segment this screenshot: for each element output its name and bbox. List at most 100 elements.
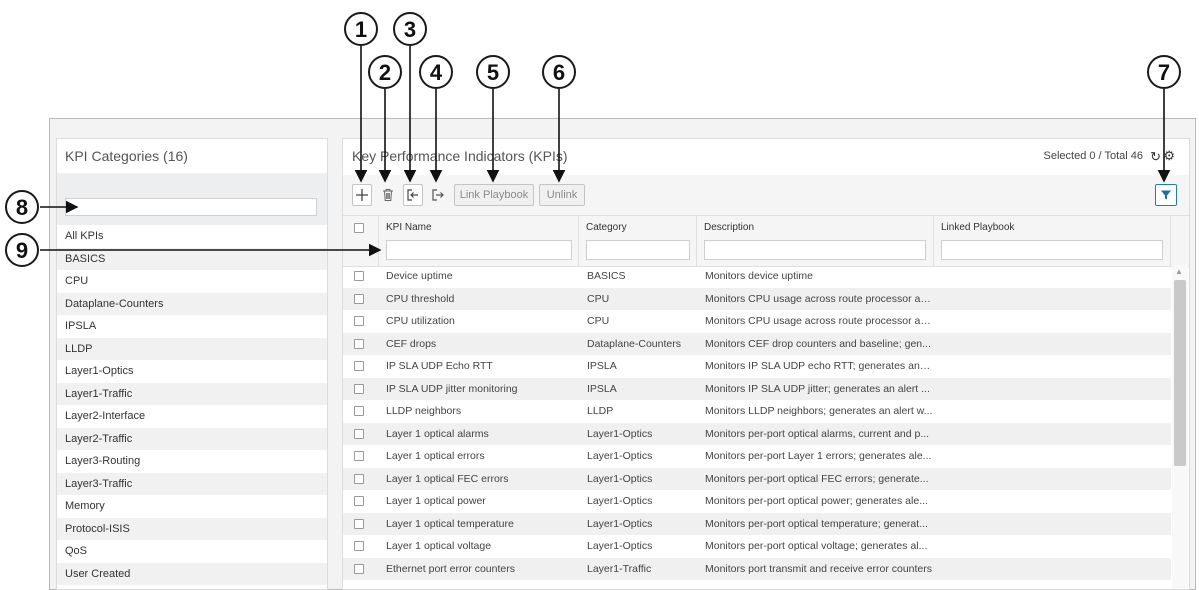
description-cell: Monitors per-port optical temperature; g… [705,517,928,530]
trash-icon [383,189,393,201]
category-item[interactable]: LLDP [57,337,327,360]
scroll-up-arrow-icon[interactable]: ▲ [1175,267,1183,276]
select-all-column [343,216,379,266]
table-row[interactable]: CEF drops Dataplane-Counters Monitors CEF … [343,332,1171,355]
gear-icon[interactable]: ⚙ [1163,148,1175,164]
category-list: All KPIs BASICS CPU Dataplane-Counters IPSLA… [57,225,327,585]
row-checkbox[interactable] [354,383,364,394]
category-item[interactable]: BASICS [57,247,327,270]
kpi-name-cell: IP SLA UDP jitter monitoring [386,382,518,395]
column-header-label[interactable]: KPI Name [386,222,432,233]
category-filter-input[interactable] [586,240,690,260]
filter-toggle-button[interactable] [1155,184,1177,206]
kpi-name-cell: Layer 1 optical voltage [386,540,492,552]
table-row[interactable]: Device uptime BASICS Monitors device uptim… [343,265,1171,288]
kpi-name-cell: Layer 1 optical errors [386,450,485,462]
column-category: Category [579,216,697,266]
row-checkbox[interactable] [354,406,364,416]
description-cell: Monitors per-port optical FEC errors; ge… [705,472,929,485]
table-row[interactable]: Ethernet port error counters Layer1-Traff… [343,557,1171,580]
playbook-filter-input[interactable] [941,240,1163,260]
category-cell: CPU [587,315,610,327]
kpi-name-cell: LLDP neighbors [386,405,462,417]
description-filter-input[interactable] [704,240,926,260]
callout-5: 5 [476,55,510,89]
row-checkbox[interactable] [354,361,364,371]
category-search-input[interactable] [65,198,317,216]
delete-kpi-button[interactable] [378,184,398,206]
table-row[interactable]: Layer 1 optical FEC errors Layer1-Optics M… [343,467,1171,490]
table-row[interactable]: CPU utilization CPU Monitors CPU usage acr… [343,310,1171,333]
plus-icon [356,189,368,201]
kpi-name-filter-input[interactable] [386,240,572,260]
filter-icon [1161,190,1171,200]
category-item[interactable]: Layer1-Optics [57,360,327,383]
row-checkbox[interactable] [354,563,364,574]
unlink-button[interactable]: Unlink [539,184,585,206]
category-item[interactable]: All KPIs [57,225,327,248]
kpi-name-cell: Layer 1 optical power [386,495,486,507]
import-icon [407,189,418,201]
category-cell: CPU [587,292,610,305]
column-description: Description [697,216,934,266]
category-cell: Dataplane-Counters [587,337,681,350]
row-checkbox[interactable] [354,451,364,461]
row-checkbox[interactable] [354,541,364,551]
category-item[interactable]: Layer3-Traffic [57,472,327,495]
export-kpi-button[interactable] [428,184,448,206]
category-item[interactable]: Layer3-Routing [57,450,327,473]
category-item[interactable]: QoS [57,540,327,563]
kpi-table-body: Device uptime BASICS Monitors device uptim… [343,265,1171,580]
category-item[interactable]: User Created [57,562,327,585]
category-item[interactable]: Layer1-Traffic [57,382,327,405]
callout-7: 7 [1147,55,1181,89]
row-checkbox[interactable] [354,338,364,349]
row-checkbox[interactable] [354,518,364,529]
table-row[interactable]: Layer 1 optical errors Layer1-Optics Monit… [343,445,1171,468]
import-kpi-button[interactable] [403,184,423,206]
callout-8: 8 [5,190,39,224]
callout-3: 3 [393,12,427,46]
add-kpi-button[interactable] [352,184,372,206]
callout-9: 9 [5,233,39,267]
category-item[interactable]: Protocol-ISIS [57,517,327,540]
category-item[interactable]: Memory [57,495,327,518]
category-cell: Layer1-Optics [587,427,653,440]
category-item[interactable]: CPU [57,270,327,293]
refresh-icon[interactable]: ↻ [1150,149,1161,165]
column-header-label[interactable]: Category [586,222,627,233]
callout-4: 4 [419,55,453,89]
category-item[interactable]: Layer2-Interface [57,405,327,428]
table-row[interactable]: IP SLA UDP jitter monitoring IPSLA Monitor… [343,377,1171,400]
category-cell: Layer1-Optics [587,540,653,552]
column-header-label[interactable]: Linked Playbook [941,222,1014,233]
table-row[interactable]: Layer 1 optical alarms Layer1-Optics Monit… [343,422,1171,445]
row-checkbox[interactable] [354,271,364,281]
table-row[interactable]: Layer 1 optical power Layer1-Optics Monito… [343,490,1171,513]
row-checkbox[interactable] [354,496,364,506]
category-item[interactable]: IPSLA [57,315,327,338]
column-header-label[interactable]: Description [704,222,754,233]
row-checkbox[interactable] [354,428,364,439]
select-all-checkbox[interactable] [354,223,364,233]
description-cell: Monitors per-port optical alarms, curren… [705,427,930,440]
description-cell: Monitors CPU usage across route processo… [705,292,933,305]
table-row[interactable]: Layer 1 optical voltage Layer1-Optics Moni… [343,535,1171,558]
link-playbook-button[interactable]: Link Playbook [454,184,534,206]
row-checkbox[interactable] [354,316,364,326]
table-row[interactable]: Layer 1 optical temperature Layer1-Optics… [343,512,1171,535]
category-cell: IPSLA [587,360,617,372]
table-row[interactable]: LLDP neighbors LLDP Monitors LLDP neighbor… [343,400,1171,423]
kpi-categories-title: KPI Categories (16) [65,148,188,164]
table-scrollbar[interactable]: ▲ [1172,265,1188,589]
category-item[interactable]: Dataplane-Counters [57,292,327,315]
category-cell: Layer1-Optics [587,517,653,530]
scrollbar-thumb[interactable] [1174,280,1186,466]
row-checkbox[interactable] [354,473,364,484]
row-checkbox[interactable] [354,293,364,304]
kpi-panel-title: Key Performance Indicators (KPIs) [352,148,568,164]
category-item[interactable]: Layer2-Traffic [57,427,327,450]
column-kpi-name: KPI Name [379,216,579,266]
table-row[interactable]: CPU threshold CPU Monitors CPU usage acros… [343,287,1171,310]
table-row[interactable]: IP SLA UDP Echo RTT IPSLA Monitors IP SLA … [343,355,1171,378]
